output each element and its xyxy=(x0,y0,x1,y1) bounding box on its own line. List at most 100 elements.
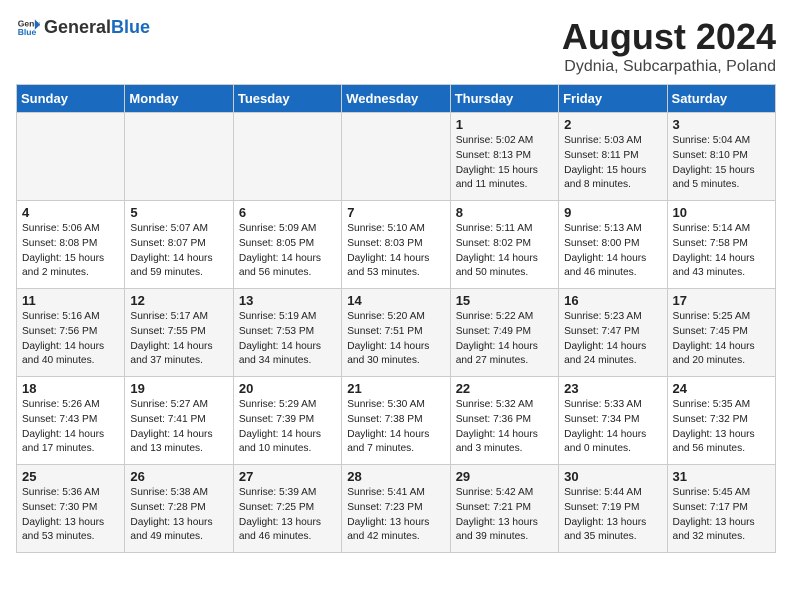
day-info: Sunrise: 5:36 AM Sunset: 7:30 PM Dayligh… xyxy=(22,486,119,545)
header: General Blue GeneralBlue August 2024 Dyd… xyxy=(16,16,776,76)
calendar-table: SundayMondayTuesdayWednesdayThursdayFrid… xyxy=(16,84,776,553)
day-info: Sunrise: 5:19 AM Sunset: 7:53 PM Dayligh… xyxy=(239,310,336,369)
month-year: August 2024 xyxy=(562,16,776,58)
calendar-cell: 26 Sunrise: 5:38 AM Sunset: 7:28 PM Dayli… xyxy=(125,465,233,553)
day-of-week-header: Sunday xyxy=(17,85,125,113)
calendar-cell: 18 Sunrise: 5:26 AM Sunset: 7:43 PM Dayli… xyxy=(17,377,125,465)
day-number: 13 xyxy=(239,293,336,308)
calendar-cell: 22Sunrise: 5:32 AM Sunset: 7:36 PM Dayli… xyxy=(450,377,558,465)
calendar-cell: 11Sunrise: 5:16 AM Sunset: 7:56 PM Dayli… xyxy=(17,289,125,377)
day-info: Sunrise: 5:22 AM Sunset: 7:49 PM Dayligh… xyxy=(456,310,553,369)
calendar-cell: 13 Sunrise: 5:19 AM Sunset: 7:53 PM Dayli… xyxy=(233,289,341,377)
logo: General Blue GeneralBlue xyxy=(16,16,150,40)
calendar-cell: 17Sunrise: 5:25 AM Sunset: 7:45 PM Dayli… xyxy=(667,289,775,377)
day-number: 25 xyxy=(22,469,119,484)
day-number: 31 xyxy=(673,469,770,484)
day-info: Sunrise: 5:09 AM Sunset: 8:05 PM Dayligh… xyxy=(239,222,336,281)
calendar-week-row: 1Sunrise: 5:02 AM Sunset: 8:13 PM Daylig… xyxy=(17,113,776,201)
day-number: 28 xyxy=(347,469,444,484)
calendar-cell: 7Sunrise: 5:10 AM Sunset: 8:03 PM Daylig… xyxy=(342,201,450,289)
day-info: Sunrise: 5:33 AM Sunset: 7:34 PM Dayligh… xyxy=(564,398,661,457)
calendar-cell: 15 Sunrise: 5:22 AM Sunset: 7:49 PM Dayli… xyxy=(450,289,558,377)
calendar-cell: 10 Sunrise: 5:14 AM Sunset: 7:58 PM Dayli… xyxy=(667,201,775,289)
day-info: Sunrise: 5:45 AM Sunset: 7:17 PM Dayligh… xyxy=(673,486,770,545)
calendar-cell: 1Sunrise: 5:02 AM Sunset: 8:13 PM Daylig… xyxy=(450,113,558,201)
calendar-cell xyxy=(233,113,341,201)
calendar-cell: 3 Sunrise: 5:04 AM Sunset: 8:10 PM Daylig… xyxy=(667,113,775,201)
day-info: Sunrise: 5:16 AM Sunset: 7:56 PM Dayligh… xyxy=(22,310,119,369)
day-number: 1 xyxy=(456,117,553,132)
day-number: 8 xyxy=(456,205,553,220)
location: Dydnia, Subcarpathia, Poland xyxy=(562,58,776,76)
day-of-week-header: Thursday xyxy=(450,85,558,113)
calendar-cell xyxy=(17,113,125,201)
day-number: 2 xyxy=(564,117,661,132)
day-number: 6 xyxy=(239,205,336,220)
day-info: Sunrise: 5:14 AM Sunset: 7:58 PM Dayligh… xyxy=(673,222,770,281)
day-info: Sunrise: 5:11 AM Sunset: 8:02 PM Dayligh… xyxy=(456,222,553,281)
day-of-week-header: Wednesday xyxy=(342,85,450,113)
calendar-cell: 5 Sunrise: 5:07 AM Sunset: 8:07 PM Daylig… xyxy=(125,201,233,289)
day-info: Sunrise: 5:27 AM Sunset: 7:41 PM Dayligh… xyxy=(130,398,227,457)
day-info: Sunrise: 5:03 AM Sunset: 8:11 PM Dayligh… xyxy=(564,134,661,193)
day-info: Sunrise: 5:25 AM Sunset: 7:45 PM Dayligh… xyxy=(673,310,770,369)
day-number: 4 xyxy=(22,205,119,220)
calendar-cell: 19Sunrise: 5:27 AM Sunset: 7:41 PM Dayli… xyxy=(125,377,233,465)
calendar-cell: 16 Sunrise: 5:23 AM Sunset: 7:47 PM Dayli… xyxy=(559,289,667,377)
calendar-cell: 12Sunrise: 5:17 AM Sunset: 7:55 PM Dayli… xyxy=(125,289,233,377)
day-number: 5 xyxy=(130,205,227,220)
day-of-week-header: Tuesday xyxy=(233,85,341,113)
day-number: 9 xyxy=(564,205,661,220)
calendar-cell: 29 Sunrise: 5:42 AM Sunset: 7:21 PM Dayli… xyxy=(450,465,558,553)
calendar-cell: 8 Sunrise: 5:11 AM Sunset: 8:02 PM Daylig… xyxy=(450,201,558,289)
day-number: 18 xyxy=(22,381,119,396)
day-info: Sunrise: 5:23 AM Sunset: 7:47 PM Dayligh… xyxy=(564,310,661,369)
calendar-cell: 14 Sunrise: 5:20 AM Sunset: 7:51 PM Dayli… xyxy=(342,289,450,377)
day-info: Sunrise: 5:26 AM Sunset: 7:43 PM Dayligh… xyxy=(22,398,119,457)
day-info: Sunrise: 5:10 AM Sunset: 8:03 PM Dayligh… xyxy=(347,222,444,281)
day-info: Sunrise: 5:35 AM Sunset: 7:32 PM Dayligh… xyxy=(673,398,770,457)
calendar-cell: 31 Sunrise: 5:45 AM Sunset: 7:17 PM Dayli… xyxy=(667,465,775,553)
day-number: 15 xyxy=(456,293,553,308)
calendar-cell: 25 Sunrise: 5:36 AM Sunset: 7:30 PM Dayli… xyxy=(17,465,125,553)
header-row: SundayMondayTuesdayWednesdayThursdayFrid… xyxy=(17,85,776,113)
logo-general-text: General xyxy=(44,18,111,38)
calendar-week-row: 4Sunrise: 5:06 AM Sunset: 8:08 PM Daylig… xyxy=(17,201,776,289)
day-of-week-header: Monday xyxy=(125,85,233,113)
day-info: Sunrise: 5:41 AM Sunset: 7:23 PM Dayligh… xyxy=(347,486,444,545)
title-area: August 2024 Dydnia, Subcarpathia, Poland xyxy=(562,16,776,76)
day-info: Sunrise: 5:42 AM Sunset: 7:21 PM Dayligh… xyxy=(456,486,553,545)
day-info: Sunrise: 5:07 AM Sunset: 8:07 PM Dayligh… xyxy=(130,222,227,281)
calendar-week-row: 18 Sunrise: 5:26 AM Sunset: 7:43 PM Dayli… xyxy=(17,377,776,465)
calendar-cell: 21 Sunrise: 5:30 AM Sunset: 7:38 PM Dayli… xyxy=(342,377,450,465)
day-number: 26 xyxy=(130,469,227,484)
calendar-cell: 2 Sunrise: 5:03 AM Sunset: 8:11 PM Daylig… xyxy=(559,113,667,201)
day-info: Sunrise: 5:17 AM Sunset: 7:55 PM Dayligh… xyxy=(130,310,227,369)
day-number: 14 xyxy=(347,293,444,308)
calendar-week-row: 11Sunrise: 5:16 AM Sunset: 7:56 PM Dayli… xyxy=(17,289,776,377)
day-number: 16 xyxy=(564,293,661,308)
logo-icon: General Blue xyxy=(16,16,40,40)
logo-blue-text: Blue xyxy=(111,18,150,38)
day-number: 21 xyxy=(347,381,444,396)
day-of-week-header: Friday xyxy=(559,85,667,113)
day-number: 3 xyxy=(673,117,770,132)
day-info: Sunrise: 5:04 AM Sunset: 8:10 PM Dayligh… xyxy=(673,134,770,193)
day-number: 30 xyxy=(564,469,661,484)
calendar-week-row: 25 Sunrise: 5:36 AM Sunset: 7:30 PM Dayli… xyxy=(17,465,776,553)
calendar-cell: 30 Sunrise: 5:44 AM Sunset: 7:19 PM Dayli… xyxy=(559,465,667,553)
calendar-cell: 9Sunrise: 5:13 AM Sunset: 8:00 PM Daylig… xyxy=(559,201,667,289)
day-info: Sunrise: 5:38 AM Sunset: 7:28 PM Dayligh… xyxy=(130,486,227,545)
svg-text:Blue: Blue xyxy=(18,27,37,37)
calendar-cell: 23Sunrise: 5:33 AM Sunset: 7:34 PM Dayli… xyxy=(559,377,667,465)
day-info: Sunrise: 5:32 AM Sunset: 7:36 PM Dayligh… xyxy=(456,398,553,457)
day-info: Sunrise: 5:44 AM Sunset: 7:19 PM Dayligh… xyxy=(564,486,661,545)
day-number: 27 xyxy=(239,469,336,484)
day-info: Sunrise: 5:29 AM Sunset: 7:39 PM Dayligh… xyxy=(239,398,336,457)
day-number: 29 xyxy=(456,469,553,484)
day-info: Sunrise: 5:30 AM Sunset: 7:38 PM Dayligh… xyxy=(347,398,444,457)
day-number: 10 xyxy=(673,205,770,220)
day-of-week-header: Saturday xyxy=(667,85,775,113)
calendar-cell: 24Sunrise: 5:35 AM Sunset: 7:32 PM Dayli… xyxy=(667,377,775,465)
day-info: Sunrise: 5:20 AM Sunset: 7:51 PM Dayligh… xyxy=(347,310,444,369)
